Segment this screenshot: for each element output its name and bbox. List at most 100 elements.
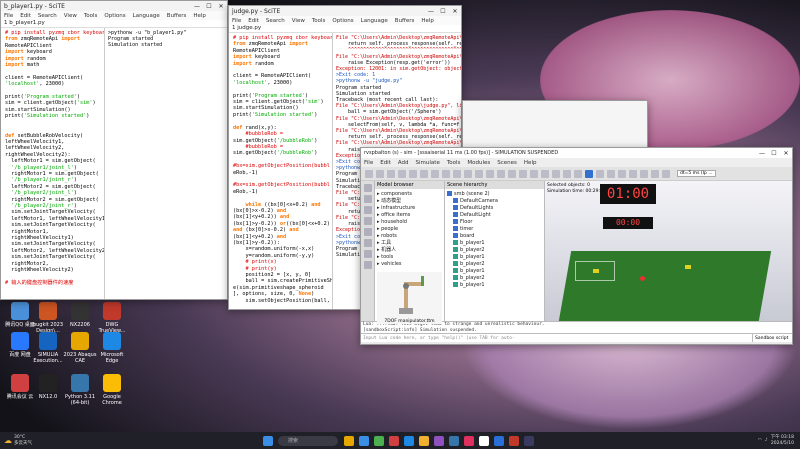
- 3d-viewport[interactable]: Selected objects: 0 Simulation time: 00:…: [545, 181, 792, 321]
- toolbar-button-icon[interactable]: [640, 169, 648, 178]
- dt-select[interactable]: dt=5 ms (Ip ...: [677, 170, 716, 177]
- menu-item[interactable]: Search: [38, 13, 57, 19]
- toolbar-button-icon[interactable]: [530, 169, 538, 178]
- toolbar-button-icon[interactable]: [607, 169, 615, 178]
- tree-item[interactable]: ▸ tools: [377, 254, 442, 261]
- weather-widget[interactable]: ☁ 30°C 多云天气: [0, 435, 60, 446]
- minimize-icon[interactable]: —: [756, 150, 768, 157]
- tree-item[interactable]: board: [447, 233, 542, 240]
- taskbar-app-icon[interactable]: [403, 435, 414, 446]
- toolbar-button-icon[interactable]: [651, 169, 659, 178]
- tree-item[interactable]: Floor: [447, 219, 542, 226]
- tool-icon[interactable]: [363, 228, 372, 236]
- tree-item[interactable]: ▸ 动态模型: [377, 198, 442, 205]
- menu-item[interactable]: Edit: [20, 13, 31, 19]
- desktop-icon[interactable]: 百度 网盘: [2, 332, 38, 358]
- tree-item[interactable]: ▸ robots: [377, 233, 442, 240]
- tree-item[interactable]: b_player1: [447, 282, 542, 289]
- tree-item[interactable]: ▸ infrastructure: [377, 205, 442, 212]
- toolbar-button-icon[interactable]: [552, 169, 560, 178]
- file-tab[interactable]: 1 b_player1.py: [1, 20, 227, 28]
- taskbar-app-icon[interactable]: [343, 435, 354, 446]
- desktop-icon[interactable]: NX2206: [62, 302, 98, 328]
- scene-tree[interactable]: smb (scene 2) DefaultCamera DefaultLights D…: [445, 189, 544, 291]
- minimize-icon[interactable]: —: [425, 8, 437, 15]
- taskbar-app-icon[interactable]: [388, 435, 399, 446]
- tool-icon[interactable]: [363, 195, 372, 203]
- desktop-icon[interactable]: Microsoft Edge: [94, 332, 130, 364]
- desktop-icon[interactable]: 2023 Abaqus CAE: [62, 332, 98, 364]
- file-tab[interactable]: 1 judge.py: [229, 25, 461, 33]
- title-bar[interactable]: rvspbalton (s) - sim - [sssaiserial 11 m…: [361, 148, 792, 158]
- tree-item[interactable]: b_player1: [447, 240, 542, 247]
- code-editor[interactable]: # pip install pyzmq cbor keyboard from zm…: [1, 28, 105, 299]
- tree-item[interactable]: DefaultCamera: [447, 198, 542, 205]
- desktop-icon[interactable]: bugkit 2023 Design\...: [30, 302, 66, 334]
- toolbar-button-icon[interactable]: [365, 169, 373, 178]
- menu-item[interactable]: Search: [266, 18, 285, 24]
- taskbar-app-icon[interactable]: [358, 435, 369, 446]
- menu-item[interactable]: File: [364, 160, 373, 166]
- menu-item[interactable]: Options: [332, 18, 353, 24]
- tool-icon[interactable]: [363, 184, 372, 192]
- toolbar-button-icon[interactable]: [596, 169, 604, 178]
- desktop-icon[interactable]: Google Chrome: [94, 374, 130, 406]
- toolbar-button-icon[interactable]: [508, 169, 516, 178]
- tree-item[interactable]: ▸ 工具: [377, 240, 442, 247]
- tool-icon[interactable]: [363, 217, 372, 225]
- menu-item[interactable]: Language: [133, 13, 160, 19]
- menu-item[interactable]: Help: [524, 160, 537, 166]
- menu-item[interactable]: Tools: [447, 160, 461, 166]
- clock[interactable]: 下午 03:18 2024/5/10: [771, 435, 794, 446]
- toolbar-button-icon[interactable]: [420, 169, 428, 178]
- toolbar-button-icon[interactable]: [453, 169, 461, 178]
- minimize-icon[interactable]: —: [191, 3, 203, 10]
- model-browser[interactable]: Model browser ▸ components ▸ 动态模型 ▸ infras…: [375, 181, 445, 324]
- menu-item[interactable]: Add: [398, 160, 409, 166]
- toolbar-button-icon[interactable]: [662, 169, 670, 178]
- toolbar-button-icon[interactable]: [574, 169, 582, 178]
- taskbar-app-icon[interactable]: [478, 435, 489, 446]
- taskbar-app-icon[interactable]: [493, 435, 504, 446]
- toolbar-button-icon[interactable]: [585, 169, 593, 178]
- code-editor[interactable]: # pip install pyzmq cbor keyboard from zm…: [229, 33, 333, 309]
- tree-item[interactable]: ▸ components: [377, 191, 442, 198]
- menu-item[interactable]: Options: [104, 13, 125, 19]
- tree-item[interactable]: ▸ vehicles: [377, 261, 442, 268]
- tree-item[interactable]: ▸ office items: [377, 212, 442, 219]
- taskbar-search[interactable]: 搜索: [278, 435, 338, 446]
- menu-item[interactable]: View: [64, 13, 77, 19]
- tool-icon[interactable]: [363, 239, 372, 247]
- menu-item[interactable]: Buffers: [167, 13, 187, 19]
- menu-item[interactable]: Tools: [312, 18, 326, 24]
- model-thumbnail[interactable]: 7DOF manipulator.ttm: [377, 272, 442, 324]
- taskbar-app-icon[interactable]: [373, 435, 384, 446]
- toolbar-button-icon[interactable]: [442, 169, 450, 178]
- taskbar-app-icon[interactable]: [418, 435, 429, 446]
- menu-item[interactable]: File: [4, 13, 13, 19]
- toolbar-button-icon[interactable]: [464, 169, 472, 178]
- toolbar-button-icon[interactable]: [486, 169, 494, 178]
- toolbar-button-icon[interactable]: [387, 169, 395, 178]
- close-icon[interactable]: ✕: [780, 150, 792, 157]
- desktop-icon[interactable]: 腾讯会议 云: [2, 374, 38, 400]
- menu-item[interactable]: Buffers: [395, 18, 415, 24]
- menu-item[interactable]: Tools: [84, 13, 98, 19]
- menu-item[interactable]: Simulate: [416, 160, 440, 166]
- toolbar-button-icon[interactable]: [431, 169, 439, 178]
- menu-item[interactable]: Edit: [380, 160, 391, 166]
- tool-icon[interactable]: [363, 206, 372, 214]
- tree-item[interactable]: b_player1: [447, 254, 542, 261]
- toolbar-button-icon[interactable]: [629, 169, 637, 178]
- coppeliasim-window[interactable]: rvspbalton (s) - sim - [sssaiserial 11 m…: [360, 147, 793, 345]
- menu-item[interactable]: Help: [193, 13, 206, 19]
- tree-item[interactable]: b_player1: [447, 268, 542, 275]
- toolbar-button-icon[interactable]: [519, 169, 527, 178]
- menu-item[interactable]: File: [232, 18, 241, 24]
- tree-item[interactable]: timer: [447, 226, 542, 233]
- tree-item[interactable]: smb (scene 2): [447, 191, 542, 198]
- menu-item[interactable]: Scenes: [497, 160, 517, 166]
- scene-hierarchy[interactable]: Scene hierarchy smb (scene 2) DefaultCame…: [445, 181, 545, 321]
- toolbar-button-icon[interactable]: [541, 169, 549, 178]
- close-icon[interactable]: ✕: [215, 3, 227, 10]
